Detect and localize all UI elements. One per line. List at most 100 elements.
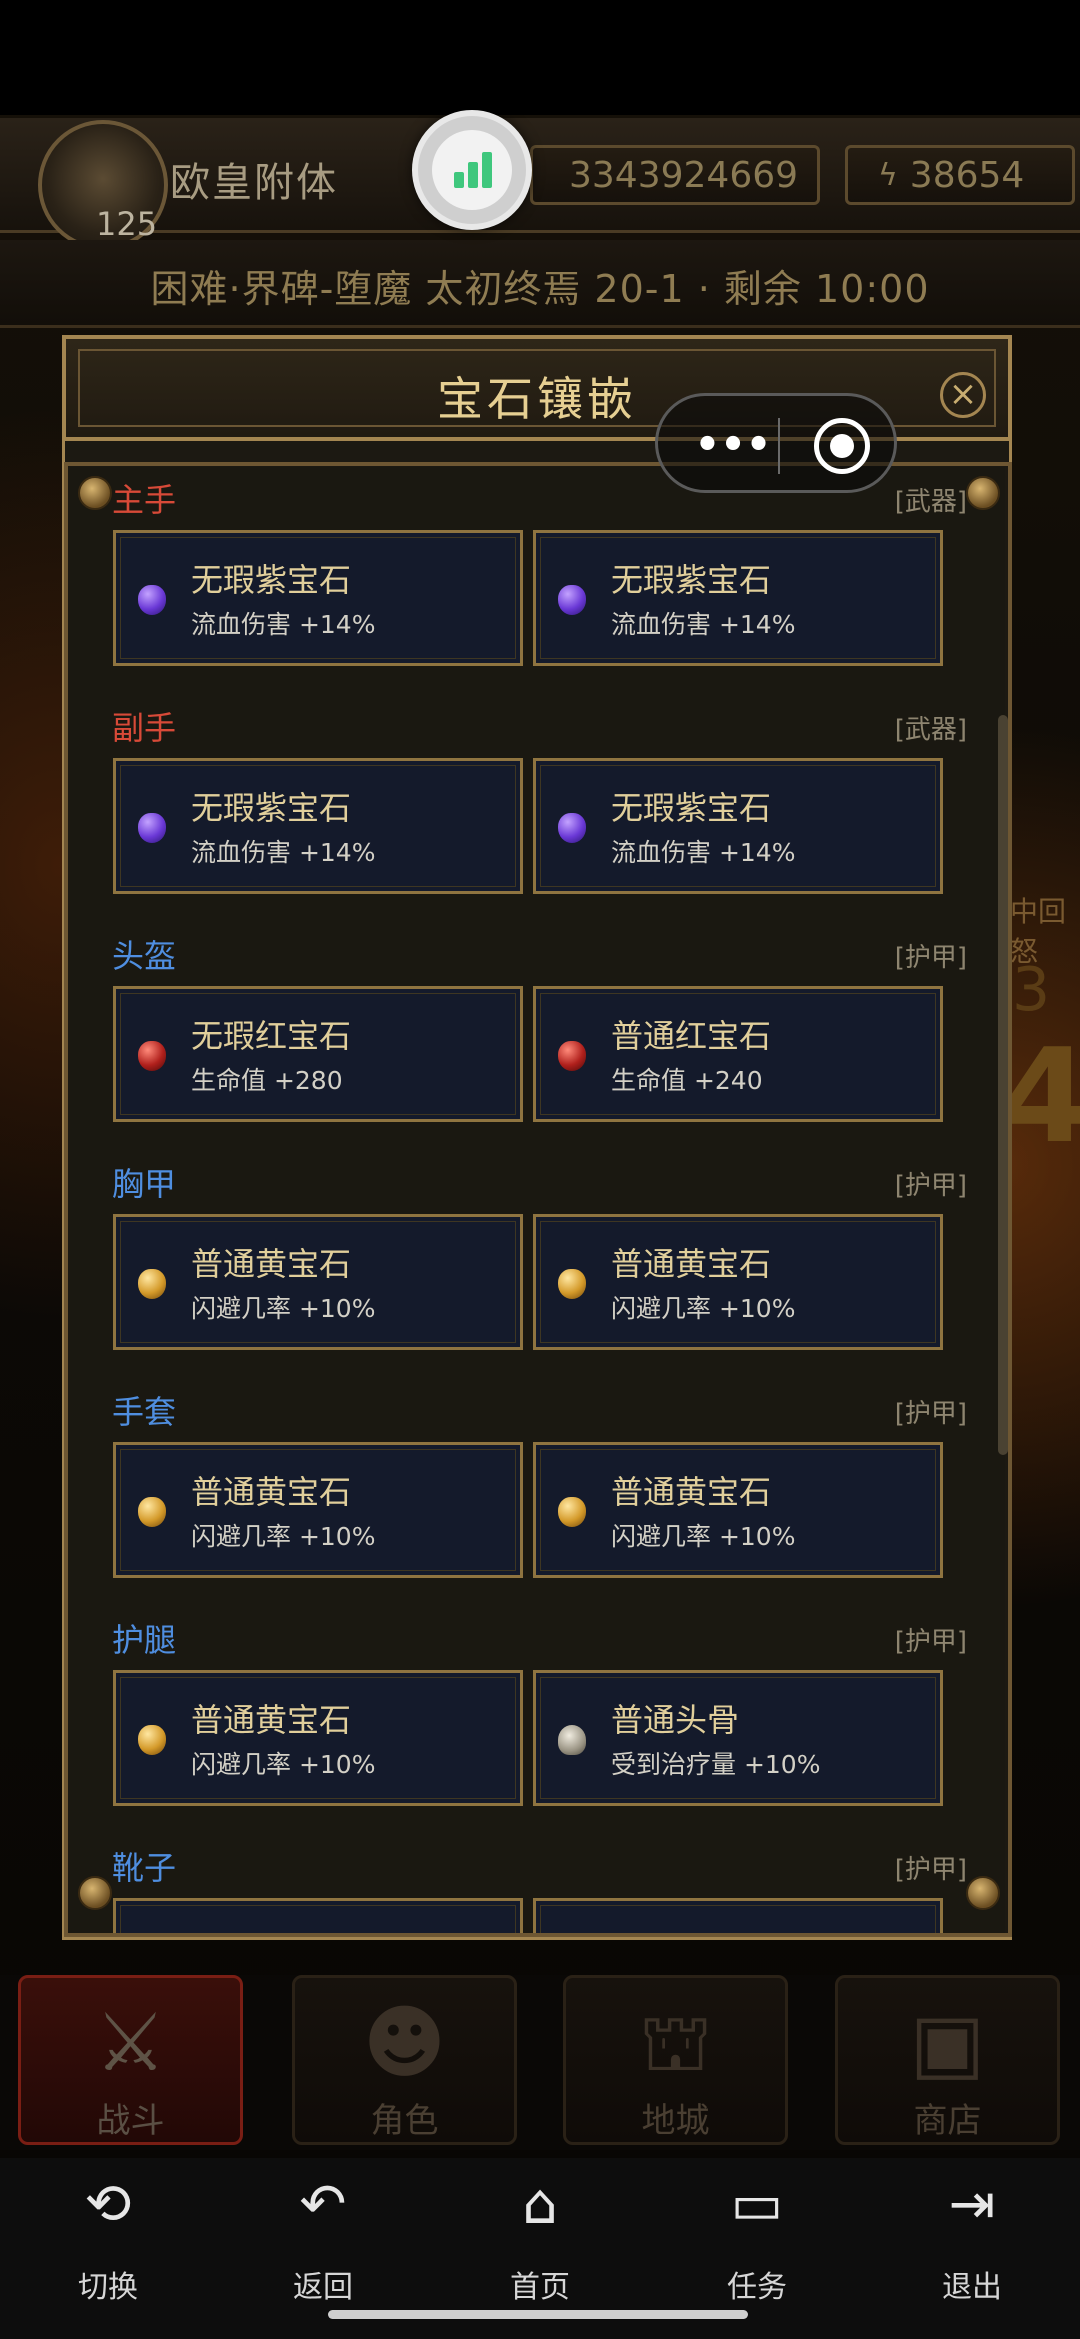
frame-knob — [966, 1876, 1000, 1910]
gem-stat: 流血伤害 +14% — [191, 610, 376, 639]
game-tab-battle[interactable]: ⚔ 战斗 — [18, 1975, 243, 2145]
slot-name: 靴子 — [112, 1849, 177, 1887]
gold-value: 3343924669 — [569, 154, 799, 196]
slot-name: 主手 — [112, 481, 177, 519]
sys-label: 切换 — [78, 2270, 138, 2305]
gem-socket-card[interactable] — [533, 1898, 943, 1937]
slot-type: [护甲] — [894, 1171, 967, 1201]
more-options-icon[interactable]: ••• — [688, 420, 778, 470]
crossed-swords-icon: ⚔ — [94, 1996, 167, 2089]
gem-slot-section: 靴子 [护甲] — [70, 1835, 1005, 1937]
dungeon-gate-icon: ⛫ — [638, 1996, 713, 2089]
game-tab-label: 商店 — [913, 2101, 982, 2141]
gem-name: 普通黄宝石 — [191, 1473, 352, 1511]
sys-label: 返回 — [293, 2270, 353, 2305]
gem-stat: 闪避几率 +10% — [611, 1522, 796, 1551]
skull-icon — [558, 1725, 586, 1755]
gem-name: 普通红宝石 — [611, 1017, 772, 1055]
game-tab-shop[interactable]: ▣ 商店 — [835, 1975, 1060, 2145]
list-scrollbar[interactable] — [998, 715, 1008, 1455]
gem-name: 普通黄宝石 — [611, 1245, 772, 1283]
yellow-gem-icon — [138, 1725, 166, 1755]
miniprogram-capsule: ••• — [655, 393, 897, 493]
gem-name: 无瑕红宝石 — [191, 1017, 352, 1055]
gem-name: 无瑕紫宝石 — [191, 789, 352, 827]
purple-gem-icon — [558, 813, 586, 843]
gem-slot-section: 头盔 [护甲] 无瑕红宝石 生命值 +280 普通红宝石 生命值 +240 — [70, 923, 1005, 1151]
home-indicator[interactable] — [328, 2310, 748, 2319]
capsule-close-icon[interactable] — [814, 418, 870, 474]
red-gem-icon — [558, 1041, 586, 1071]
character-icon: ☻ — [362, 1996, 447, 2089]
gem-socket-card[interactable] — [113, 1898, 523, 1937]
home-icon: ⌂ — [522, 2172, 558, 2237]
gem-socket-card[interactable]: 普通黄宝石 闪避几率 +10% — [533, 1214, 943, 1350]
floating-stats-button[interactable] — [412, 110, 532, 230]
game-tab-label: 角色 — [370, 2101, 439, 2141]
gem-socket-card[interactable]: 无瑕紫宝石 流血伤害 +14% — [533, 530, 943, 666]
slot-name: 头盔 — [112, 937, 177, 975]
slot-type: [护甲] — [894, 943, 967, 973]
gem-socket-card[interactable]: 无瑕紫宝石 流血伤害 +14% — [533, 758, 943, 894]
yellow-gem-icon — [138, 1269, 166, 1299]
yellow-gem-icon — [558, 1269, 586, 1299]
gem-socket-card[interactable]: 无瑕紫宝石 流血伤害 +14% — [113, 758, 523, 894]
gem-stat: 流血伤害 +14% — [611, 838, 796, 867]
gem-socket-card[interactable]: 普通黄宝石 闪避几率 +10% — [113, 1442, 523, 1578]
slot-type: [护甲] — [894, 1627, 967, 1657]
sys-label: 任务 — [727, 2270, 787, 2305]
gem-socket-card[interactable]: 普通头骨受到治疗量 +10% — [533, 1670, 943, 1806]
exit-icon: ⇥ — [948, 2172, 996, 2237]
gem-slot-section: 手套 [护甲] 普通黄宝石 闪避几率 +10% 普通黄宝石 闪避几率 +10% — [70, 1379, 1005, 1607]
slot-name: 胸甲 — [112, 1165, 177, 1203]
game-tab-character[interactable]: ☻ 角色 — [292, 1975, 517, 2145]
gem-socket-card[interactable]: 普通红宝石生命值 +240 — [533, 986, 943, 1122]
slot-name: 副手 — [112, 709, 177, 747]
slot-type: [武器] — [894, 487, 967, 517]
stage-info: 困难·界碑-堕魔 太初终焉 20-1 · 剩余 10:00 — [150, 267, 930, 311]
power-value: 38654 — [909, 154, 1025, 196]
dialog-close-button[interactable]: × — [940, 372, 986, 418]
yellow-gem-icon — [138, 1497, 166, 1527]
purple-gem-icon — [138, 585, 166, 615]
gem-socket-card[interactable]: 普通黄宝石 闪避几率 +10% — [113, 1670, 523, 1806]
sys-home-button[interactable]: ⌂ 首页 — [465, 2172, 615, 2322]
player-name: 欧皇附体 — [170, 160, 338, 206]
sys-switch-button[interactable]: ⟲ 切换 — [33, 2172, 183, 2322]
back-icon: ↶ — [299, 2172, 347, 2237]
gem-slot-section: 主手 [武器] 无瑕紫宝石 流血伤害 +14% 无瑕紫宝石 流血伤害 +14% — [70, 467, 1005, 695]
sys-back-button[interactable]: ↶ 返回 — [248, 2172, 398, 2322]
tasks-icon: ▭ — [730, 2172, 784, 2237]
slot-name: 护腿 — [112, 1621, 177, 1659]
gem-slot-section: 护腿 [护甲] 普通黄宝石 闪避几率 +10% 普通头骨 受到治疗量 +10% — [70, 1607, 1005, 1835]
slot-name: 手套 — [112, 1393, 177, 1431]
gem-stat: 受到治疗量 +10% — [611, 1750, 821, 1779]
gem-socket-card[interactable]: 无瑕紫宝石 流血伤害 +14% — [113, 530, 523, 666]
gold-counter: 3343924669 — [530, 145, 820, 205]
gem-name: 普通黄宝石 — [611, 1473, 772, 1511]
capsule-divider — [778, 418, 780, 474]
slot-type: [武器] — [894, 715, 967, 745]
gem-stat: 生命值 +280 — [191, 1066, 343, 1095]
slot-type: [护甲] — [894, 1855, 967, 1885]
game-nav-bar: ⚔ 战斗 ☻ 角色 ⛫ 地城 ▣ 商店 — [0, 1975, 1080, 2150]
gem-slot-list[interactable]: 主手 [武器] 无瑕紫宝石 流血伤害 +14% 无瑕紫宝石 流血伤害 +14% 副手 [武器]… — [70, 467, 1005, 1937]
sys-exit-button[interactable]: ⇥ 退出 — [897, 2172, 1047, 2322]
game-tab-label: 地城 — [641, 2101, 710, 2141]
gem-socket-card[interactable]: 无瑕红宝石生命值 +280 — [113, 986, 523, 1122]
floating-button-face — [432, 130, 512, 210]
purple-gem-icon — [138, 813, 166, 843]
gem-slot-section: 胸甲 [护甲] 普通黄宝石 闪避几率 +10% 普通黄宝石 闪避几率 +10% — [70, 1151, 1005, 1379]
yellow-gem-icon — [558, 1497, 586, 1527]
sys-tasks-button[interactable]: ▭ 任务 — [682, 2172, 832, 2322]
power-counter: ϟ 38654 — [845, 145, 1075, 205]
frame-knob — [966, 476, 1000, 510]
gem-name: 无瑕紫宝石 — [611, 561, 772, 599]
gem-stat: 生命值 +240 — [611, 1066, 763, 1095]
switch-icon: ⟲ — [84, 2172, 132, 2237]
gem-socket-card[interactable]: 普通黄宝石 闪避几率 +10% — [113, 1214, 523, 1350]
game-tab-dungeon[interactable]: ⛫ 地城 — [563, 1975, 788, 2145]
lightning-icon: ϟ — [878, 157, 898, 193]
gem-name: 普通头骨 — [611, 1701, 740, 1739]
gem-socket-card[interactable]: 普通黄宝石闪避几率 +10% — [533, 1442, 943, 1578]
